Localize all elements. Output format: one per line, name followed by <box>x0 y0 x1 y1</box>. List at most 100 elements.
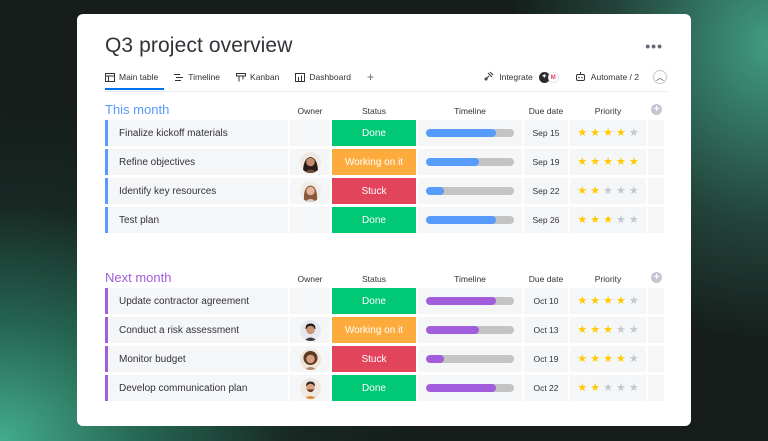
due-date[interactable]: Sep 22 <box>524 178 568 204</box>
add-view-button[interactable]: + <box>367 68 374 86</box>
status-label[interactable]: Working on it <box>332 317 416 343</box>
star-icon[interactable]: ★ <box>603 185 613 197</box>
column-header-timeline[interactable]: Timeline <box>418 274 522 284</box>
timeline-cell[interactable] <box>418 375 522 401</box>
star-icon[interactable]: ★ <box>629 185 639 197</box>
star-icon[interactable]: ★ <box>590 156 600 168</box>
star-icon[interactable]: ★ <box>590 382 600 394</box>
column-header-timeline[interactable]: Timeline <box>418 106 522 116</box>
star-icon[interactable]: ★ <box>629 127 639 139</box>
star-icon[interactable]: ★ <box>629 353 639 365</box>
status-label[interactable]: Done <box>332 288 416 314</box>
priority-rating[interactable]: ★ ★ ★ ★ ★ <box>570 375 646 401</box>
column-header-priority[interactable]: Priority <box>570 274 646 284</box>
tab-main-table[interactable]: Main table <box>105 68 166 90</box>
star-icon[interactable]: ★ <box>603 353 613 365</box>
star-icon[interactable]: ★ <box>577 214 587 226</box>
priority-rating[interactable]: ★ ★ ★ ★ ★ <box>570 346 646 372</box>
collapse-header-button[interactable]: ︿ <box>653 70 667 84</box>
star-icon[interactable]: ★ <box>616 295 626 307</box>
star-icon[interactable]: ★ <box>577 127 587 139</box>
owner-cell[interactable] <box>290 149 330 175</box>
star-icon[interactable]: ★ <box>577 295 587 307</box>
star-icon[interactable]: ★ <box>629 156 639 168</box>
owner-cell[interactable] <box>290 317 330 343</box>
add-column-button[interactable]: + <box>651 104 662 115</box>
star-icon[interactable]: ★ <box>590 214 600 226</box>
column-header-owner[interactable]: Owner <box>290 274 330 284</box>
star-icon[interactable]: ★ <box>603 382 613 394</box>
add-column-button[interactable]: + <box>651 272 662 283</box>
status-label[interactable]: Stuck <box>332 178 416 204</box>
avatar[interactable] <box>299 180 321 202</box>
more-options-icon[interactable]: ••• <box>645 38 663 54</box>
priority-rating[interactable]: ★ ★ ★ ★ ★ <box>570 317 646 343</box>
star-icon[interactable]: ★ <box>590 324 600 336</box>
due-date[interactable]: Oct 22 <box>524 375 568 401</box>
star-icon[interactable]: ★ <box>603 127 613 139</box>
priority-rating[interactable]: ★ ★ ★ ★ ★ <box>570 207 646 233</box>
status-label[interactable]: Stuck <box>332 346 416 372</box>
column-header-priority[interactable]: Priority <box>570 106 646 116</box>
star-icon[interactable]: ★ <box>629 324 639 336</box>
status-label[interactable]: Done <box>332 207 416 233</box>
avatar[interactable] <box>299 319 321 341</box>
due-date[interactable]: Oct 13 <box>524 317 568 343</box>
owner-cell[interactable] <box>290 120 330 146</box>
column-header-due[interactable]: Due date <box>524 106 568 116</box>
priority-rating[interactable]: ★ ★ ★ ★ ★ <box>570 178 646 204</box>
star-icon[interactable]: ★ <box>616 382 626 394</box>
timeline-cell[interactable] <box>418 346 522 372</box>
table-row[interactable]: Refine objectives Working on it Sep 19 ★ ★ ★ ★… <box>105 149 667 175</box>
item-name[interactable]: Test plan <box>105 207 288 233</box>
timeline-cell[interactable] <box>418 178 522 204</box>
group-title[interactable]: This month <box>105 102 169 117</box>
star-icon[interactable]: ★ <box>616 324 626 336</box>
star-icon[interactable]: ★ <box>616 156 626 168</box>
star-icon[interactable]: ★ <box>577 185 587 197</box>
timeline-cell[interactable] <box>418 149 522 175</box>
star-icon[interactable]: ★ <box>603 214 613 226</box>
integrate-button[interactable]: Integrate ✦ M <box>484 71 559 83</box>
tab-dashboard[interactable]: Dashboard <box>295 68 359 86</box>
column-header-status[interactable]: Status <box>332 274 416 284</box>
item-name[interactable]: Develop communication plan <box>105 375 288 401</box>
column-header-owner[interactable]: Owner <box>290 106 330 116</box>
timeline-cell[interactable] <box>418 207 522 233</box>
due-date[interactable]: Oct 19 <box>524 346 568 372</box>
avatar[interactable] <box>299 348 321 370</box>
item-name[interactable]: Update contractor agreement <box>105 288 288 314</box>
owner-cell[interactable] <box>290 346 330 372</box>
item-name[interactable]: Monitor budget <box>105 346 288 372</box>
item-name[interactable]: Finalize kickoff materials <box>105 120 288 146</box>
timeline-cell[interactable] <box>418 288 522 314</box>
table-row[interactable]: Identify key resources Stuck Sep 22 ★ ★ ★ ★ ★ <box>105 178 667 204</box>
star-icon[interactable]: ★ <box>616 127 626 139</box>
column-header-status[interactable]: Status <box>332 106 416 116</box>
owner-cell[interactable] <box>290 375 330 401</box>
star-icon[interactable]: ★ <box>590 353 600 365</box>
star-icon[interactable]: ★ <box>577 382 587 394</box>
due-date[interactable]: Sep 15 <box>524 120 568 146</box>
table-row[interactable]: Conduct a risk assessment Working on it Oc… <box>105 317 667 343</box>
owner-cell[interactable] <box>290 207 330 233</box>
avatar[interactable] <box>299 377 321 399</box>
owner-cell[interactable] <box>290 288 330 314</box>
star-icon[interactable]: ★ <box>590 127 600 139</box>
priority-rating[interactable]: ★ ★ ★ ★ ★ <box>570 149 646 175</box>
automate-button[interactable]: Automate / 2 <box>575 71 639 83</box>
table-row[interactable]: Finalize kickoff materials Done Sep 15 ★ ★ ★ ★… <box>105 120 667 146</box>
star-icon[interactable]: ★ <box>603 324 613 336</box>
star-icon[interactable]: ★ <box>616 214 626 226</box>
star-icon[interactable]: ★ <box>577 353 587 365</box>
item-name[interactable]: Refine objectives <box>105 149 288 175</box>
star-icon[interactable]: ★ <box>616 353 626 365</box>
star-icon[interactable]: ★ <box>629 295 639 307</box>
star-icon[interactable]: ★ <box>629 214 639 226</box>
star-icon[interactable]: ★ <box>590 295 600 307</box>
due-date[interactable]: Sep 19 <box>524 149 568 175</box>
owner-cell[interactable] <box>290 178 330 204</box>
star-icon[interactable]: ★ <box>603 295 613 307</box>
table-row[interactable]: Monitor budget Stuck Oct 19 ★ ★ ★ ★ ★ <box>105 346 667 372</box>
table-row[interactable]: Develop communication plan Done Oct 22 ★ ★ ★ ★… <box>105 375 667 401</box>
